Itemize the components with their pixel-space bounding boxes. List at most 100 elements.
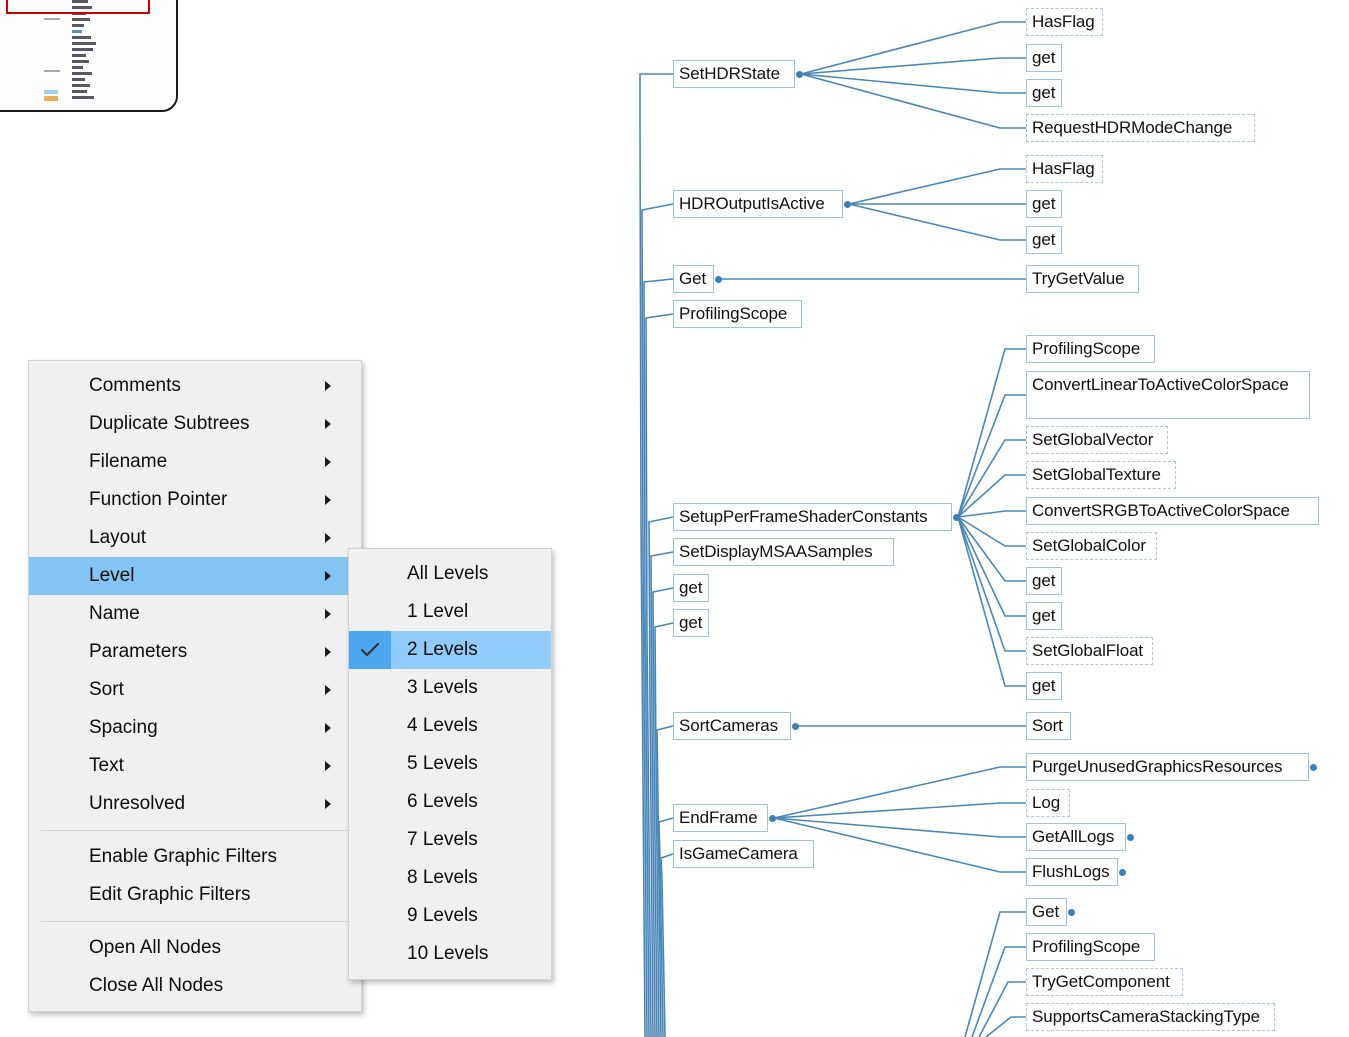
graph-node[interactable]: ConvertSRGBToActiveColorSpace <box>1026 497 1319 525</box>
graph-node[interactable]: SetGlobalTexture <box>1026 461 1176 489</box>
graph-node[interactable]: get <box>1026 79 1062 107</box>
level-option-4-levels[interactable]: 4 Levels <box>349 707 551 745</box>
level-option-2-levels[interactable]: 2 Levels <box>349 631 551 669</box>
menu-item-comments[interactable]: Comments <box>29 367 361 405</box>
graph-node[interactable]: HasFlag <box>1026 8 1103 36</box>
menu-item-parameters[interactable]: Parameters <box>29 633 361 671</box>
graph-node[interactable]: HDROutputIsActive <box>673 190 851 218</box>
level-option-all-levels[interactable]: All Levels <box>349 555 551 593</box>
graph-node[interactable]: SupportsCameraStackingType <box>1026 1003 1275 1031</box>
menu-item-filename[interactable]: Filename <box>29 443 361 481</box>
expand-node-dot-icon[interactable] <box>844 200 851 208</box>
graph-node-label: Get <box>1032 902 1060 921</box>
menu-item-sort[interactable]: Sort <box>29 671 361 709</box>
menu-item-close-all-nodes[interactable]: Close All Nodes <box>29 967 361 1005</box>
graph-node-label: TryGetValue <box>1032 269 1125 288</box>
menu-item-label: Name <box>89 603 140 624</box>
expand-node-dot-icon[interactable] <box>1127 833 1134 841</box>
graph-node[interactable]: TryGetValue <box>1026 265 1139 293</box>
graph-node[interactable]: EndFrame <box>673 804 776 832</box>
submenu-arrow-icon <box>325 533 331 543</box>
graph-node-label: IsGameCamera <box>679 844 798 863</box>
expand-node-dot-icon[interactable] <box>715 275 722 283</box>
graph-node[interactable]: ProfilingScope <box>1026 933 1155 961</box>
graph-node-label: ProfilingScope <box>1032 339 1141 358</box>
level-option-7-levels[interactable]: 7 Levels <box>349 821 551 859</box>
expand-node-dot-icon[interactable] <box>792 722 799 730</box>
graph-node[interactable]: ProfilingScope <box>1026 335 1155 363</box>
menu-item-spacing[interactable]: Spacing <box>29 709 361 747</box>
graph-node[interactable]: TryGetComponent <box>1026 968 1183 996</box>
menu-item-open-all-nodes[interactable]: Open All Nodes <box>29 929 361 967</box>
menu-item-label: Parameters <box>89 641 188 662</box>
submenu-arrow-icon <box>325 571 331 581</box>
graph-node[interactable]: get <box>1026 226 1062 254</box>
level-option-10-levels[interactable]: 10 Levels <box>349 935 551 973</box>
level-option-8-levels[interactable]: 8 Levels <box>349 859 551 897</box>
submenu-arrow-icon <box>325 647 331 657</box>
graph-node[interactable]: SortCameras <box>673 712 799 740</box>
menu-item-unresolved[interactable]: Unresolved <box>29 785 361 823</box>
graph-node-label: get <box>1032 83 1056 102</box>
menu-item-label: Function Pointer <box>89 489 228 510</box>
level-option-9-levels[interactable]: 9 Levels <box>349 897 551 935</box>
expand-node-dot-icon[interactable] <box>953 513 960 521</box>
graph-node[interactable]: RequestHDRModeChange <box>1026 114 1255 142</box>
menu-item-text[interactable]: Text <box>29 747 361 785</box>
graph-node[interactable]: get <box>1026 44 1062 72</box>
expand-node-dot-icon[interactable] <box>769 814 776 822</box>
menu-item-level[interactable]: Level <box>29 557 361 595</box>
graph-node[interactable]: PurgeUnusedGraphicsResources <box>1026 753 1317 781</box>
level-option-label: 6 Levels <box>407 791 478 812</box>
expand-node-dot-icon[interactable] <box>1119 868 1126 876</box>
expand-node-dot-icon[interactable] <box>1310 763 1317 771</box>
submenu-arrow-icon <box>325 609 331 619</box>
submenu-arrow-icon <box>325 799 331 809</box>
graph-node-label: EndFrame <box>679 808 758 827</box>
graph-node[interactable]: ConvertLinearToActiveColorSpace <box>1026 371 1310 419</box>
graph-node[interactable]: HasFlag <box>1026 155 1103 183</box>
graph-node[interactable]: GetAllLogs <box>1026 823 1134 851</box>
graph-node[interactable]: SetGlobalFloat <box>1026 637 1153 665</box>
graph-node[interactable]: get <box>1026 602 1062 630</box>
level-option-label: 10 Levels <box>407 943 489 964</box>
graph-node[interactable]: SetDisplayMSAASamples <box>673 538 894 566</box>
level-option-1-level[interactable]: 1 Level <box>349 593 551 631</box>
graph-node[interactable]: get <box>1026 567 1062 595</box>
graph-node[interactable]: SetHDRState <box>673 60 803 88</box>
graph-node[interactable]: FlushLogs <box>1026 858 1126 886</box>
menu-item-function-pointer[interactable]: Function Pointer <box>29 481 361 519</box>
graph-node[interactable]: Get <box>673 265 722 293</box>
graph-node-label: FlushLogs <box>1032 862 1110 881</box>
level-submenu[interactable]: All Levels 1 Level 2 Levels 3 Levels 4 Level… <box>348 548 552 980</box>
menu-item-label: Unresolved <box>89 793 186 814</box>
level-option-6-levels[interactable]: 6 Levels <box>349 783 551 821</box>
menu-item-name[interactable]: Name <box>29 595 361 633</box>
graph-node[interactable]: get <box>673 574 709 602</box>
minimap-viewport-rect[interactable] <box>6 0 150 14</box>
menu-item-edit-graphic-filters[interactable]: Edit Graphic Filters <box>29 876 361 914</box>
menu-item-layout[interactable]: Layout <box>29 519 361 557</box>
expand-node-dot-icon[interactable] <box>1068 908 1075 916</box>
graph-node-label: SetGlobalTexture <box>1032 465 1161 484</box>
graph-overview-minimap[interactable] <box>0 0 178 112</box>
graph-node[interactable]: Get <box>1026 898 1075 926</box>
menu-item-enable-graphic-filters[interactable]: Enable Graphic Filters <box>29 838 361 876</box>
graph-node[interactable]: IsGameCamera <box>673 840 814 868</box>
graph-node[interactable]: ProfilingScope <box>673 300 802 328</box>
graph-node[interactable]: SetGlobalColor <box>1026 532 1157 560</box>
graph-context-menu[interactable]: Comments Duplicate Subtrees Filename Functi… <box>28 360 362 1012</box>
graph-node[interactable]: get <box>673 609 709 637</box>
graph-node[interactable]: get <box>1026 672 1062 700</box>
expand-node-dot-icon[interactable] <box>796 70 803 78</box>
level-option-5-levels[interactable]: 5 Levels <box>349 745 551 783</box>
level-option-3-levels[interactable]: 3 Levels <box>349 669 551 707</box>
level-option-label: 1 Level <box>407 601 469 622</box>
menu-item-duplicate-subtrees[interactable]: Duplicate Subtrees <box>29 405 361 443</box>
graph-node[interactable]: SetGlobalVector <box>1026 426 1168 454</box>
graph-node[interactable]: get <box>1026 190 1062 218</box>
graph-node[interactable]: Log <box>1026 789 1070 817</box>
graph-node[interactable]: SetupPerFrameShaderConstants <box>673 503 960 531</box>
menu-item-label: Layout <box>89 527 147 548</box>
graph-node[interactable]: Sort <box>1026 712 1071 740</box>
